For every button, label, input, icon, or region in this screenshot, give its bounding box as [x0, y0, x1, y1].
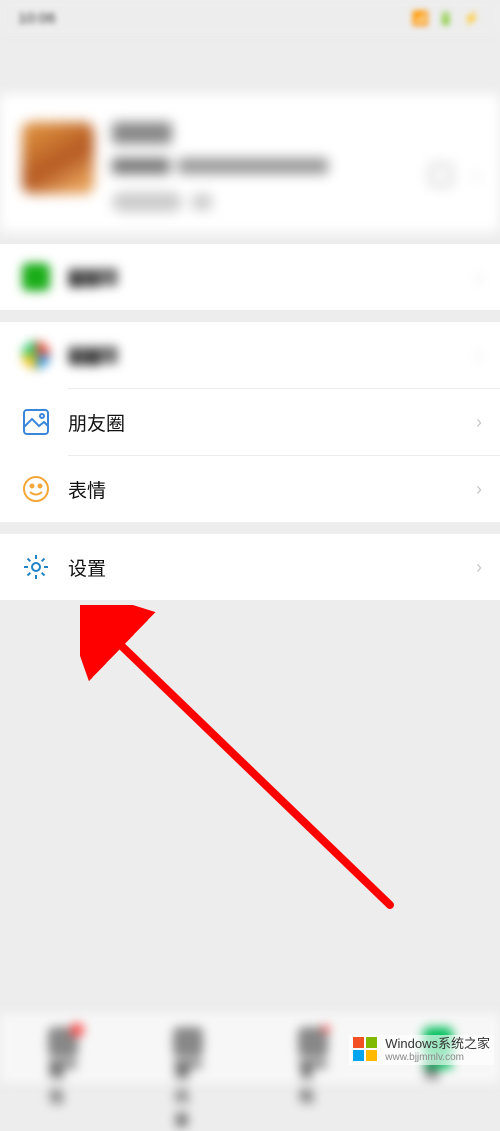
header-spacer — [0, 36, 500, 94]
settings-label: 设置 — [68, 554, 106, 581]
chevron-right-icon: › — [476, 345, 482, 366]
services-icon — [20, 261, 52, 293]
chevron-right-icon: › — [476, 412, 482, 433]
watermark: Windows系统之家 www.bjjmmlv.com — [349, 1035, 494, 1065]
status-more[interactable] — [192, 194, 212, 210]
profile-name — [112, 122, 172, 144]
nav-discover-label: 发现 — [299, 1059, 327, 1069]
row-favorites[interactable]: 收藏 › — [0, 322, 500, 388]
moments-icon — [20, 406, 52, 438]
chevron-right-icon: › — [476, 267, 482, 288]
favorites-label: 收藏 — [68, 346, 118, 364]
row-moments[interactable]: 朋友圈 › — [0, 389, 500, 455]
profile-id-value — [178, 158, 328, 174]
group-main: 收藏 › 朋友圈 › 表情 › — [0, 322, 500, 522]
favorites-icon — [20, 339, 52, 371]
row-services[interactable]: 服务 › — [0, 244, 500, 310]
watermark-url: www.bjjmmlv.com — [385, 1052, 490, 1063]
group-services: 服务 › — [0, 244, 500, 310]
status-indicators: 📶 🔋 ⚡ — [412, 10, 482, 27]
services-label: 服务 — [68, 268, 118, 286]
chevron-right-icon: › — [476, 557, 482, 578]
profile-info — [112, 122, 478, 212]
group-settings: 设置 › — [0, 534, 500, 600]
discover-icon — [298, 1027, 328, 1057]
stickers-label: 表情 — [68, 476, 106, 503]
profile-card[interactable]: › — [0, 94, 500, 232]
moments-label: 朋友圈 — [68, 409, 125, 436]
chevron-right-icon: › — [474, 166, 480, 187]
emoji-icon — [20, 473, 52, 505]
chevron-right-icon: › — [476, 479, 482, 500]
qr-code-icon[interactable] — [430, 164, 452, 186]
annotation-arrow — [80, 605, 410, 925]
profile-id-label — [112, 158, 170, 174]
nav-contacts[interactable]: 通讯录 — [125, 1012, 250, 1083]
status-bar: 10:06 📶 🔋 ⚡ — [0, 0, 500, 36]
status-pill[interactable] — [112, 192, 182, 212]
gear-icon — [20, 551, 52, 583]
nav-contacts-label: 通讯录 — [174, 1059, 202, 1069]
chat-icon — [48, 1027, 78, 1057]
watermark-title: Windows系统之家 — [385, 1037, 490, 1051]
status-time: 10:06 — [18, 10, 56, 27]
windows-logo-icon — [353, 1037, 379, 1063]
contacts-icon — [173, 1027, 203, 1057]
avatar[interactable] — [22, 122, 94, 194]
nav-chats-label: 微信 — [49, 1059, 77, 1069]
nav-chats[interactable]: 微信 — [0, 1012, 125, 1083]
row-settings[interactable]: 设置 › — [0, 534, 500, 600]
row-stickers[interactable]: 表情 › — [0, 456, 500, 522]
